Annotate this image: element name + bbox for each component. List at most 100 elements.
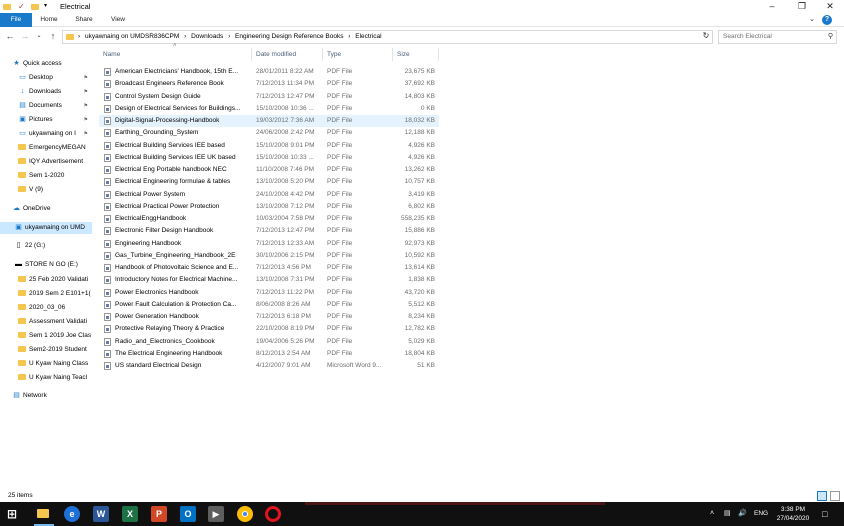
file-row[interactable]: US standard Electrical Design 4/12/2007 9… bbox=[99, 360, 439, 372]
file-row[interactable]: ElectricalEnggHandbook 10/03/2004 7:58 PM… bbox=[99, 213, 439, 225]
nav-folder-item[interactable]: V (9) bbox=[18, 184, 92, 196]
back-icon[interactable]: ← bbox=[4, 30, 16, 42]
nav-this-pc[interactable]: ▣ ukyawnaing on UMD bbox=[0, 222, 92, 234]
file-row[interactable]: American Electricians' Handbook, 15th E.… bbox=[99, 66, 439, 78]
nav-pinned-item[interactable]: ▭ ukyawnaing on I ⚑ bbox=[18, 128, 92, 140]
address-bar[interactable]: › ukyawnaing on UMDSR836CPM › Downloads … bbox=[62, 30, 713, 44]
tab-home[interactable]: Home bbox=[34, 13, 64, 27]
nav-drive-folder-item[interactable]: 2020_03_06 bbox=[18, 302, 92, 314]
file-name: Broadcast Engineers Reference Book bbox=[115, 80, 224, 88]
column-date-modified[interactable]: Date modified bbox=[252, 48, 323, 61]
nav-drive-folder-item[interactable]: Sem 1 2019 Joe Clas bbox=[18, 330, 92, 342]
nav-pinned-item[interactable]: ▣ Pictures ⚑ bbox=[18, 114, 92, 126]
search-icon[interactable]: ⚲ bbox=[828, 31, 833, 43]
file-row[interactable]: Radio_and_Electronics_Cookbook 19/04/2006… bbox=[99, 336, 439, 348]
chrome-icon[interactable] bbox=[237, 506, 253, 522]
start-icon[interactable]: ⊞ bbox=[4, 506, 20, 522]
outlook-icon[interactable]: O bbox=[180, 506, 196, 522]
clock[interactable]: 3:38 PM 27/04/2020 bbox=[773, 505, 813, 523]
properties-icon[interactable]: ✓ bbox=[18, 1, 25, 12]
tab-file[interactable]: File bbox=[0, 13, 32, 27]
file-row[interactable]: Design of Electrical Services for Buildi… bbox=[99, 103, 439, 115]
file-row[interactable]: Introductory Notes for Electrical Machin… bbox=[99, 274, 439, 286]
file-row[interactable]: Handbook of Photovoltaic Science and E..… bbox=[99, 262, 439, 274]
nav-folder-item[interactable]: IQY Advertisement bbox=[18, 156, 92, 168]
file-row[interactable]: Engineering Handbook 7/12/2013 12:33 AM PD… bbox=[99, 238, 439, 250]
nav-pinned-item[interactable]: ▭ Desktop ⚑ bbox=[18, 72, 92, 84]
nav-drive-folder-item[interactable]: 25 Feb 2020 Validati bbox=[18, 274, 92, 286]
nav-drive-folder-item[interactable]: U Kyaw Naing Class bbox=[18, 358, 92, 370]
notifications-icon[interactable]: □ bbox=[822, 502, 827, 526]
breadcrumb-item-root[interactable]: ukyawnaing on UMDSR836CPM bbox=[85, 33, 179, 40]
file-row[interactable]: The Electrical Engineering Handbook 8/12/… bbox=[99, 348, 439, 360]
breadcrumb-item-electrical[interactable]: Electrical bbox=[355, 33, 381, 40]
customize-toolbar-icon[interactable]: ▾ bbox=[44, 1, 47, 12]
forward-icon[interactable]: → bbox=[19, 30, 31, 42]
file-row[interactable]: Electrical Practical Power Protection 13/… bbox=[99, 201, 439, 213]
file-row[interactable]: Power Generation Handbook 7/12/2013 6:18 … bbox=[99, 311, 439, 323]
media-player-icon[interactable]: ▶ bbox=[208, 506, 224, 522]
tab-share[interactable]: Share bbox=[68, 13, 100, 27]
nav-drive-folder-item[interactable]: Sem2-2019 Student bbox=[18, 344, 92, 356]
file-row[interactable]: Power Fault Calculation & Protection Ca.… bbox=[99, 299, 439, 311]
nav-pinned-item[interactable]: ↓ Downloads ⚑ bbox=[18, 86, 92, 98]
file-explorer-icon[interactable] bbox=[34, 506, 54, 522]
show-hidden-icons-icon[interactable]: ˄ bbox=[710, 502, 714, 526]
word-icon[interactable]: W bbox=[93, 506, 109, 522]
file-date: 30/10/2006 2:15 PM bbox=[256, 251, 315, 259]
file-date: 7/12/2013 12:47 PM bbox=[256, 92, 315, 100]
nav-onedrive[interactable]: ☁ OneDrive bbox=[12, 203, 92, 215]
tab-view[interactable]: View bbox=[104, 13, 132, 27]
expand-ribbon-icon[interactable]: ⌄ bbox=[806, 13, 818, 27]
search-input[interactable]: Search Electrical ⚲ bbox=[718, 30, 837, 44]
breadcrumb-item-downloads[interactable]: Downloads bbox=[191, 33, 223, 40]
close-button[interactable]: ✕ bbox=[818, 0, 842, 13]
file-row[interactable]: Electronic Filter Design Handbook 7/12/20… bbox=[99, 225, 439, 237]
file-type: PDF File bbox=[327, 349, 353, 357]
file-row[interactable]: Control System Design Guide 7/12/2013 12:… bbox=[99, 91, 439, 103]
file-row[interactable]: Power Electronics Handbook 7/12/2013 11:2… bbox=[99, 287, 439, 299]
excel-icon[interactable]: X bbox=[122, 506, 138, 522]
powerpoint-icon[interactable]: P bbox=[151, 506, 167, 522]
file-name: Engineering Handbook bbox=[115, 239, 182, 247]
nav-drive-e[interactable]: ▬ STORE N GO (E:) bbox=[14, 259, 92, 271]
nav-folder-item[interactable]: EmergencyMEGAN bbox=[18, 142, 92, 154]
new-folder-icon[interactable] bbox=[31, 1, 42, 12]
file-row[interactable]: Electrical Eng Portable handbook NEC 11/1… bbox=[99, 164, 439, 176]
volume-icon[interactable]: 🔊 bbox=[738, 502, 747, 526]
file-row[interactable]: Gas_Turbine_Engineering_Handbook_2E 30/10… bbox=[99, 250, 439, 262]
nav-drive-g[interactable]: ▯ 22 (G:) bbox=[14, 240, 92, 252]
file-row[interactable]: Broadcast Engineers Reference Book 7/12/2… bbox=[99, 78, 439, 90]
column-size[interactable]: Size bbox=[393, 48, 439, 61]
help-icon[interactable]: ? bbox=[820, 13, 834, 27]
nav-drive-folder-item[interactable]: U Kyaw Naing Teacl bbox=[18, 372, 92, 384]
file-row[interactable]: Electrical Building Services IEE based 15… bbox=[99, 140, 439, 152]
file-type: PDF File bbox=[327, 68, 353, 75]
recent-locations-icon[interactable]: ⌄ bbox=[33, 30, 45, 42]
network-tray-icon[interactable]: ▤ bbox=[724, 502, 731, 526]
nav-drive-folder-item[interactable]: Assessment Validati bbox=[18, 316, 92, 328]
file-row[interactable]: Electrical Building Services IEE UK base… bbox=[99, 152, 439, 164]
column-name[interactable]: Name bbox=[99, 48, 252, 61]
nav-quick-access[interactable]: ★ Quick access bbox=[12, 58, 92, 70]
nav-network[interactable]: ▤ Network bbox=[12, 390, 92, 402]
file-row[interactable]: Earthing_Grounding_System 24/06/2008 2:42… bbox=[99, 127, 439, 139]
file-row[interactable]: Protective Relaying Theory & Practice 22/… bbox=[99, 323, 439, 335]
file-row[interactable]: Digital-Signal-Processing-Handbook 19/03/… bbox=[99, 115, 439, 127]
opera-icon[interactable] bbox=[265, 506, 281, 522]
breadcrumb-item-engineering[interactable]: Engineering Design Reference Books bbox=[235, 33, 343, 40]
nav-folder-item[interactable]: Sem 1-2020 bbox=[18, 170, 92, 182]
nav-pinned-item[interactable]: ▤ Documents ⚑ bbox=[18, 100, 92, 112]
maximize-button[interactable]: ❐ bbox=[790, 0, 814, 13]
edge-icon[interactable]: e bbox=[64, 506, 80, 522]
refresh-icon[interactable]: ↻ bbox=[700, 30, 712, 42]
details-view-icon[interactable] bbox=[817, 491, 827, 501]
nav-drive-folder-item[interactable]: 2019 Sem 2 E101+1( bbox=[18, 288, 92, 300]
column-type[interactable]: Type bbox=[323, 48, 393, 61]
large-icons-view-icon[interactable] bbox=[830, 491, 840, 501]
file-row[interactable]: Electrical Engineering formulae & tables… bbox=[99, 176, 439, 188]
up-icon[interactable]: ↑ bbox=[47, 30, 59, 42]
minimize-button[interactable]: – bbox=[760, 0, 784, 13]
language-indicator[interactable]: ENG bbox=[754, 502, 768, 526]
file-row[interactable]: Electrical Power System 24/10/2008 4:42 P… bbox=[99, 189, 439, 201]
